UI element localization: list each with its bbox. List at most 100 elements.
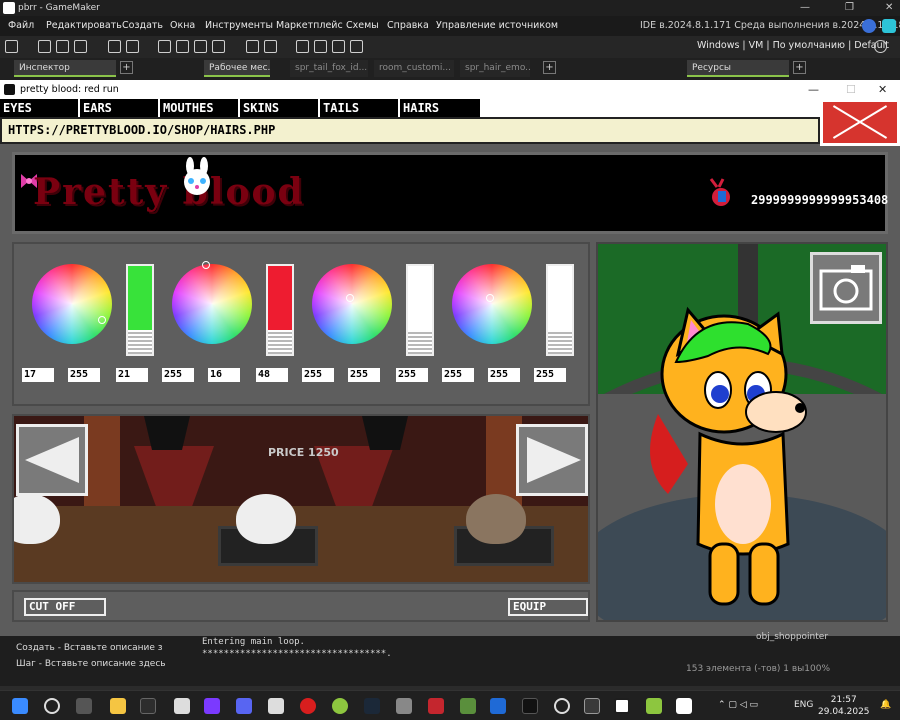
next-hair-button[interactable] — [516, 424, 588, 496]
notifications-icon[interactable]: 🔔 — [880, 700, 891, 710]
color-value-field[interactable]: 255 — [534, 368, 566, 382]
color-value-field[interactable]: 255 — [162, 368, 194, 382]
maximize-icon[interactable]: ☐ — [846, 80, 856, 99]
color-wheel-3[interactable] — [312, 264, 392, 344]
stop-icon[interactable] — [194, 40, 207, 53]
tab-resource-1[interactable]: spr_tail_fox_id... — [290, 60, 368, 77]
color-value-field[interactable]: 255 — [302, 368, 334, 382]
app-icon[interactable] — [554, 698, 570, 714]
zoom-out-icon[interactable] — [296, 40, 309, 53]
visual-studio-icon[interactable] — [204, 698, 220, 714]
color-swatch-1[interactable] — [126, 264, 154, 356]
color-wheel-4[interactable] — [452, 264, 532, 344]
debug-icon[interactable] — [158, 40, 171, 53]
app-icon[interactable] — [396, 698, 412, 714]
close-icon[interactable]: ✕ — [878, 80, 887, 99]
minecraft-icon[interactable] — [460, 698, 476, 714]
clean-cache-icon[interactable] — [212, 40, 225, 53]
hair-on-head-center[interactable] — [236, 494, 296, 544]
chat-icon[interactable] — [882, 19, 896, 33]
tab-skins[interactable]: SKINS — [240, 99, 318, 117]
run-icon[interactable] — [176, 40, 189, 53]
color-wheel-2[interactable] — [172, 261, 252, 344]
start-icon[interactable] — [12, 698, 28, 714]
resource-tree-item[interactable]: obj_shoppointer — [756, 632, 828, 642]
search-icon[interactable] — [44, 698, 60, 714]
zoom-in-icon[interactable] — [332, 40, 345, 53]
settings-icon[interactable] — [246, 40, 259, 53]
package-icon[interactable] — [108, 40, 121, 53]
grid-icon[interactable] — [350, 40, 363, 53]
tab-tails[interactable]: TAILS — [320, 99, 398, 117]
app-icon[interactable] — [332, 698, 348, 714]
add-tab-icon[interactable]: + — [793, 61, 806, 74]
language-indicator[interactable]: ENG — [794, 700, 813, 710]
event-create[interactable]: Создать - Вставьте описание з — [16, 640, 166, 656]
menu-windows[interactable]: Окна — [170, 16, 195, 36]
color-swatch-4[interactable] — [546, 264, 574, 356]
shop-close-button[interactable] — [820, 99, 900, 146]
hair-on-head-left[interactable] — [14, 494, 60, 544]
menu-tools[interactable]: Инструменты — [205, 16, 273, 36]
restore-icon[interactable]: ❐ — [845, 0, 854, 16]
discord-icon[interactable] — [236, 698, 252, 714]
minimize-icon[interactable]: — — [800, 0, 810, 16]
tab-resources[interactable]: Ресурсы — [687, 60, 789, 77]
app-icon[interactable] — [584, 698, 600, 714]
menu-edit[interactable]: Редактировать — [46, 16, 122, 36]
gamemaker-taskbar-icon[interactable] — [676, 698, 692, 714]
menu-marketplace[interactable]: Маркетплейс — [276, 16, 343, 36]
steam-icon[interactable] — [364, 698, 380, 714]
tab-inspector[interactable]: Инспектор — [14, 60, 116, 77]
color-value-field[interactable]: 255 — [488, 368, 520, 382]
add-tab-icon[interactable]: + — [120, 61, 133, 74]
menu-create[interactable]: Создать — [122, 16, 163, 36]
event-step[interactable]: Шаг - Вставьте описание здесь — [16, 656, 166, 672]
color-value-field[interactable]: 255 — [396, 368, 428, 382]
menu-source-control[interactable]: Управление источником — [436, 16, 558, 36]
tab-workspace[interactable]: Рабочее мес... — [204, 60, 270, 77]
task-view-icon[interactable] — [76, 698, 92, 714]
filezilla-icon[interactable] — [428, 698, 444, 714]
target-selector[interactable]: Windows | VM | По умолчанию | Default — [697, 40, 889, 51]
zoom-reset-icon[interactable] — [314, 40, 327, 53]
save-icon[interactable] — [74, 40, 87, 53]
app-icon[interactable] — [140, 698, 156, 714]
equip-button[interactable]: EQUIP — [508, 598, 588, 616]
app-icon[interactable] — [174, 698, 190, 714]
color-value-field[interactable]: 255 — [68, 368, 100, 382]
menu-file[interactable]: Файл — [8, 16, 34, 36]
help-icon[interactable] — [264, 40, 277, 53]
new-file-icon[interactable] — [38, 40, 51, 53]
account-icon[interactable] — [862, 19, 876, 33]
color-value-field[interactable]: 16 — [208, 368, 240, 382]
tab-ears[interactable]: EARS — [80, 99, 158, 117]
close-icon[interactable]: ✕ — [885, 0, 893, 16]
app-icon[interactable] — [522, 698, 538, 714]
tab-resource-2[interactable]: room_customi... — [374, 60, 454, 77]
color-swatch-3[interactable] — [406, 264, 434, 356]
tab-mouthes[interactable]: MOUTHES — [160, 99, 238, 117]
color-wheel-1[interactable] — [32, 264, 112, 344]
color-value-field[interactable]: 21 — [116, 368, 148, 382]
open-folder-icon[interactable] — [56, 40, 69, 53]
menu-schemes[interactable]: Схемы — [346, 16, 379, 36]
target-settings-icon[interactable] — [874, 40, 887, 53]
menu-help[interactable]: Справка — [387, 16, 429, 36]
opera-icon[interactable] — [300, 698, 316, 714]
prev-hair-button[interactable] — [16, 424, 88, 496]
hair-on-head-right[interactable] — [466, 494, 526, 544]
screenshot-button[interactable] — [810, 252, 882, 324]
color-value-field[interactable]: 255 — [442, 368, 474, 382]
home-icon[interactable] — [5, 40, 18, 53]
minimize-icon[interactable]: — — [808, 80, 819, 99]
tab-resource-3[interactable]: spr_hair_emo... — [460, 60, 530, 77]
tray-icons[interactable]: ⌃ ▢ ◁ ▭ — [718, 700, 758, 710]
add-tab-icon[interactable]: + — [543, 61, 556, 74]
color-value-field[interactable]: 255 — [348, 368, 380, 382]
tab-hairs[interactable]: HAIRS — [400, 99, 480, 117]
color-swatch-2[interactable] — [266, 264, 294, 356]
clean-icon[interactable] — [126, 40, 139, 53]
system-clock[interactable]: 21:57 29.04.2025 — [818, 694, 870, 718]
app-icon[interactable] — [268, 698, 284, 714]
